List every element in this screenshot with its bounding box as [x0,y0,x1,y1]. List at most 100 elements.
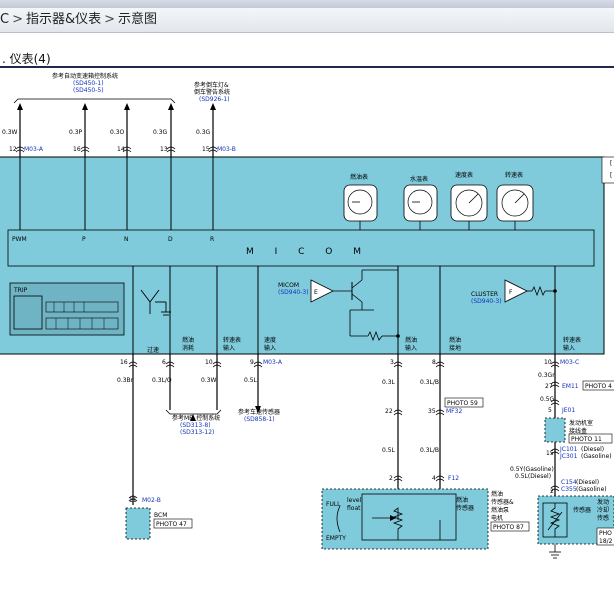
label-tach-input-right-2: 输入 [563,344,575,352]
ref-mfi-code-2: (SD313-12) [180,429,214,436]
label-speed-input-1: 速度 [264,336,276,344]
gauge-label: 速度表 [455,171,473,179]
fuel-pump-label-2: 传感器& [491,498,514,506]
ref-auto-trans-title: 参考自动变速箱控制系统 [52,72,118,80]
fuel-wire-lower-right: 0.3L/B [420,447,439,454]
connector-je01: JE01 [561,407,575,414]
ref-mfi-code-1: (SD313-8) [180,422,211,429]
coolant-photo-label-1: PHO [599,530,612,537]
top-wire-label: 0.3O [110,129,125,136]
ref-speed-sensor-title: 参考车速传感器 [238,408,280,416]
top-connector-id: M03-B [217,146,236,153]
ref-auto-trans-code-2: (SD450-5) [73,87,104,94]
connector-mf32: MF32 [446,408,462,415]
legend-mark: [ [610,160,612,167]
gauge-label: 燃油表 [350,173,368,181]
coolant-sensor-label: 传感器 [573,506,591,514]
bcm-connector: M02-B [142,497,161,504]
micom-input-n: N [124,236,129,243]
bcm-module [125,507,151,540]
fuel-pin-4: 4 [432,475,436,482]
fuel-pump-label-1: 燃油 [491,490,503,498]
photo-59-label: PHOTO 59 [447,400,478,407]
top-wire-label: 0.3G [196,129,211,136]
right-wire-mid: 0.5G [540,396,555,403]
label-tach-input-right-1: 转速表 [563,336,581,344]
top-pin-number: 12 [9,146,17,153]
micom-input-r: R [210,236,214,243]
connector-jc301: JC301 [559,453,578,460]
top-wire-label: 0.3W [2,129,18,136]
arrow-icon [82,103,88,110]
bottom-pin-number: 16 [120,359,128,366]
coolant-temp-sensor: 传感器 发动 冷却 传感 PHO 18/2 [537,495,614,559]
connector-em11: EM11 [562,383,579,390]
bottom-wire-label: 0.3Gr [538,372,555,379]
label-fuel-consumption-2: 消耗 [182,344,194,352]
fuel-sensor-label-2: 传感器 [456,504,474,512]
ref-speed-sensor-code: (SD858-1) [244,416,275,423]
bottom-wire-label: 0.3L/B [420,379,439,386]
arrow-icon [168,103,174,110]
bcm-pin: 11 [129,497,137,504]
coolant-label-1: 发动 [597,498,609,506]
right-pin-2: 2 [550,488,554,495]
cluster-block-glyph: F [509,289,513,296]
fuel-full-label: FULL [326,501,341,508]
c355-note: (Gasoline) [576,486,607,493]
ref-backup-code: (SD926-1) [199,96,230,103]
connector-c154: C154 [561,479,577,486]
top-pin-number: 14 [117,146,125,153]
label-speed-input-2: 输入 [264,344,276,352]
junction-label-1: 发动机室 [569,419,593,427]
bottom-pin-number: 9 [250,359,254,366]
wire-gasoline-label: 0.5Y(Gasoline) [510,466,554,473]
jc101-note: (Diesel) [581,446,604,453]
label-fuel-input-1: 燃油 [405,336,417,344]
label-overspeed: 过速 [147,346,159,354]
ref-backup-title-1: 参考倒车灯& [194,81,229,89]
lcd-display: TRIP [9,282,125,336]
top-wire-label: 0.3G [153,129,168,136]
top-pin-number: 16 [73,146,81,153]
ref-mfi-title: 参考MFI 控制系统 [172,414,220,422]
micom-block-code: (SD940-3) [278,289,309,296]
fuel-pin-22: 22 [385,408,393,415]
ref-backup-title-2: 倒车警告系统 [194,88,230,96]
jc301-note: (Gasoline) [581,453,612,460]
right-pin-15: 15 [546,450,554,457]
c154-note: (Diesel) [576,479,599,486]
label-fuel-ground-1: 燃油 [449,336,461,344]
coolant-label-2: 冷却 [597,506,609,514]
connector-jc101: JC101 [559,446,578,453]
connector-c355: C355 [561,486,577,493]
wire-diesel-label: 0.5L(Diesel) [515,473,551,480]
ref-bracket [13,98,176,104]
cluster-block-code: (SD940-3) [471,298,502,305]
fuel-photo-label: PHOTO 87 [493,524,524,531]
micom-input-p: P [82,236,86,243]
micom-input-pwm: PWM [12,236,27,243]
ref-auto-trans-code-1: (SD450-1) [73,80,104,87]
top-pin-number: 13 [160,146,168,153]
bottom-pin-number: 6 [162,359,166,366]
label-fuel-ground-2: 接地 [449,344,461,352]
bottom-wire-label: 0.3L [382,379,396,386]
bottom-pin-number: 10 [205,359,213,366]
fuel-level-label-2: float [347,505,361,512]
bottom-pin-number: 3 [390,359,394,366]
label-fuel-input-2: 输入 [405,344,417,352]
bottom-connector-id: M03-C [560,359,579,366]
top-connector-id: M03-A [24,146,44,153]
mfi-bracket [165,409,222,415]
photo-11-label: PHOTO 11 [571,436,602,443]
fuel-wire-lower-left: 0.5L [382,447,396,454]
fuel-pump-label-3: 燃油泵 [491,506,509,514]
cluster-block-label: CLUSTER [471,291,498,298]
engine-junction-box [544,417,566,443]
fuel-pin-35: 35 [428,408,436,415]
bottom-pin-number: 8 [432,359,436,366]
micom-input-d: D [168,236,173,243]
coolant-photo-label-2: 18/2 [599,538,613,545]
right-pin-27: 27 [545,383,553,390]
